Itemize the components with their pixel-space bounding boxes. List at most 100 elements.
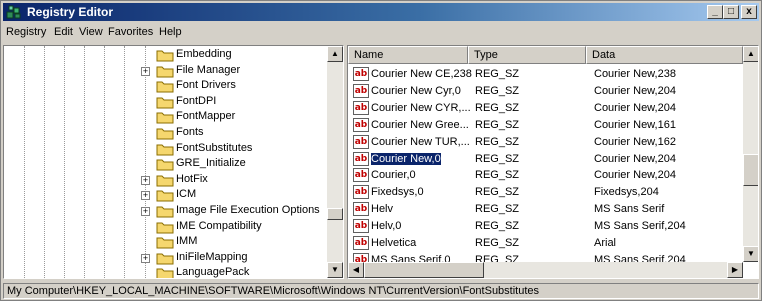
value-type: REG_SZ bbox=[475, 135, 520, 148]
close-button[interactable]: x bbox=[741, 5, 757, 19]
value-row[interactable]: ab Courier New Gree... REG_SZ Courier New,1… bbox=[348, 117, 743, 134]
string-value-icon: ab bbox=[353, 236, 369, 250]
tree-item-label: LanguagePack bbox=[176, 266, 250, 279]
folder-icon bbox=[156, 175, 174, 187]
menu-favorites[interactable]: Favorites bbox=[108, 26, 153, 38]
value-name: Helv,0 bbox=[371, 220, 402, 233]
value-type: REG_SZ bbox=[475, 84, 520, 97]
scroll-down-arrow-icon[interactable]: ▼ bbox=[327, 262, 343, 278]
string-value-icon: ab bbox=[353, 185, 369, 200]
value-name: Courier New CE,238 bbox=[371, 68, 472, 80]
value-data: Courier New,204 bbox=[594, 84, 676, 97]
folder-icon bbox=[156, 50, 174, 62]
tree-item[interactable]: FontMapper bbox=[4, 109, 326, 125]
menu-edit[interactable]: Edit bbox=[54, 26, 73, 38]
tree-item[interactable]: FontSubstitutes bbox=[4, 141, 326, 157]
scroll-left-arrow-icon[interactable]: ◀ bbox=[348, 262, 364, 278]
column-header-data[interactable]: Data bbox=[586, 46, 743, 64]
tree-item[interactable]: + File Manager bbox=[4, 63, 326, 79]
expand-plus-icon[interactable]: + bbox=[141, 175, 150, 185]
value-name: Courier New CYR,... bbox=[371, 101, 471, 114]
folder-icon bbox=[156, 144, 174, 156]
value-row[interactable]: ab Courier New CE,238 REG_SZ Courier New,23… bbox=[348, 66, 743, 83]
folder-icon bbox=[156, 237, 174, 249]
folder-icon bbox=[156, 190, 174, 202]
value-name: Courier New Cyr,0 bbox=[371, 84, 461, 97]
value-type: REG_SZ bbox=[475, 186, 520, 199]
registry-values-list[interactable]: Name Type Data ab Courier New CE,238 REG_S… bbox=[347, 45, 759, 279]
expand-plus-icon[interactable]: + bbox=[141, 253, 150, 263]
value-data: Arial bbox=[594, 237, 617, 249]
expand-plus-icon[interactable]: + bbox=[141, 191, 150, 201]
folder-icon bbox=[156, 112, 174, 124]
tree-item[interactable]: FontDPI bbox=[4, 94, 326, 110]
string-value-icon: ab bbox=[353, 117, 369, 132]
expand-plus-icon[interactable]: + bbox=[141, 207, 150, 216]
value-row[interactable]: ab Helvetica REG_SZ Arial bbox=[348, 235, 743, 252]
value-type: REG_SZ bbox=[475, 237, 520, 249]
value-type: REG_SZ bbox=[475, 68, 520, 80]
tree-item[interactable]: + HotFix bbox=[4, 172, 326, 188]
value-row[interactable]: ab Courier New CYR,... REG_SZ Courier New,2… bbox=[348, 100, 743, 117]
value-data: MS Sans Serif bbox=[594, 203, 665, 216]
scroll-up-arrow-icon[interactable]: ▲ bbox=[743, 46, 758, 62]
tree-item[interactable]: Embedding bbox=[4, 47, 326, 63]
tree-scroll-thumb[interactable] bbox=[327, 208, 343, 220]
registry-key-tree[interactable]: Embedding + File Manager Font Drivers FontDP… bbox=[3, 45, 344, 279]
value-type: REG_SZ bbox=[475, 152, 520, 165]
tree-item-label: Font Drivers bbox=[176, 79, 236, 92]
value-row[interactable]: ab Helv REG_SZ MS Sans Serif bbox=[348, 201, 743, 218]
tree-item[interactable]: Font Drivers bbox=[4, 78, 326, 94]
column-header-name[interactable]: Name bbox=[348, 46, 468, 64]
string-value-icon: ab bbox=[353, 83, 369, 98]
value-name: Courier,0 bbox=[371, 169, 416, 182]
menu-view[interactable]: View bbox=[79, 26, 103, 38]
value-name: Courier New,0 bbox=[370, 151, 442, 166]
tree-item[interactable]: Fonts bbox=[4, 125, 326, 141]
menu-bar: Registry Edit View Favorites Help bbox=[3, 22, 759, 42]
value-name: Courier New TUR,... bbox=[371, 135, 470, 148]
title-bar[interactable]: Registry Editor _ □ x bbox=[3, 3, 759, 21]
tree-item[interactable]: GRE_Initialize bbox=[4, 156, 326, 172]
tree-item-label: Fonts bbox=[176, 126, 204, 138]
list-hscroll-thumb[interactable] bbox=[364, 262, 484, 278]
minimize-button[interactable]: _ bbox=[707, 5, 723, 19]
maximize-button[interactable]: □ bbox=[723, 5, 739, 19]
scroll-down-arrow-icon[interactable]: ▼ bbox=[743, 246, 758, 262]
value-row[interactable]: ab Courier New Cyr,0 REG_SZ Courier New,204 bbox=[348, 83, 743, 100]
folder-icon bbox=[156, 222, 174, 234]
menu-registry[interactable]: Registry bbox=[6, 26, 46, 38]
tree-item-label: FontMapper bbox=[176, 110, 236, 123]
tree-item[interactable]: LanguagePack bbox=[4, 265, 326, 279]
registry-editor-app-icon bbox=[6, 5, 21, 19]
menu-help[interactable]: Help bbox=[159, 26, 182, 38]
value-data: Courier New,204 bbox=[594, 169, 676, 182]
value-row[interactable]: ab Fixedsys,0 REG_SZ Fixedsys,204 bbox=[348, 184, 743, 201]
value-row[interactable]: ab Courier,0 REG_SZ Courier New,204 bbox=[348, 167, 743, 184]
tree-item[interactable]: + ICM bbox=[4, 187, 326, 203]
expand-plus-icon[interactable]: + bbox=[141, 66, 150, 76]
list-horizontal-scrollbar[interactable]: ◀ ▶ bbox=[348, 262, 743, 278]
string-value-icon: ab bbox=[353, 134, 369, 149]
value-data: MS Sans Serif,204 bbox=[594, 220, 686, 233]
tree-vertical-scrollbar[interactable]: ▲ ▼ bbox=[327, 46, 343, 278]
tree-item[interactable]: + IniFileMapping bbox=[4, 250, 326, 266]
column-header-type[interactable]: Type bbox=[468, 46, 586, 64]
value-data: Courier New,162 bbox=[594, 135, 676, 148]
value-data: Courier New,161 bbox=[594, 118, 676, 131]
list-scroll-thumb[interactable] bbox=[743, 154, 758, 186]
scroll-right-arrow-icon[interactable]: ▶ bbox=[727, 262, 743, 278]
value-row[interactable]: ab Courier New TUR,... REG_SZ Courier New,1… bbox=[348, 134, 743, 151]
tree-item-label: IMM bbox=[176, 235, 198, 248]
tree-item[interactable]: IMM bbox=[4, 234, 326, 250]
tree-item[interactable]: IME Compatibility bbox=[4, 219, 326, 235]
value-type: REG_SZ bbox=[475, 118, 520, 131]
scroll-up-arrow-icon[interactable]: ▲ bbox=[327, 46, 343, 62]
list-vertical-scrollbar[interactable]: ▲ ▼ bbox=[743, 46, 758, 262]
value-name: Courier New Gree... bbox=[371, 118, 469, 131]
folder-icon bbox=[156, 66, 174, 78]
value-data: Courier New,204 bbox=[594, 101, 676, 114]
tree-item[interactable]: + Image File Execution Options bbox=[4, 203, 326, 219]
value-row[interactable]: ab Helv,0 REG_SZ MS Sans Serif,204 bbox=[348, 218, 743, 235]
value-row[interactable]: ab Courier New,0 REG_SZ Courier New,204 bbox=[348, 151, 743, 168]
